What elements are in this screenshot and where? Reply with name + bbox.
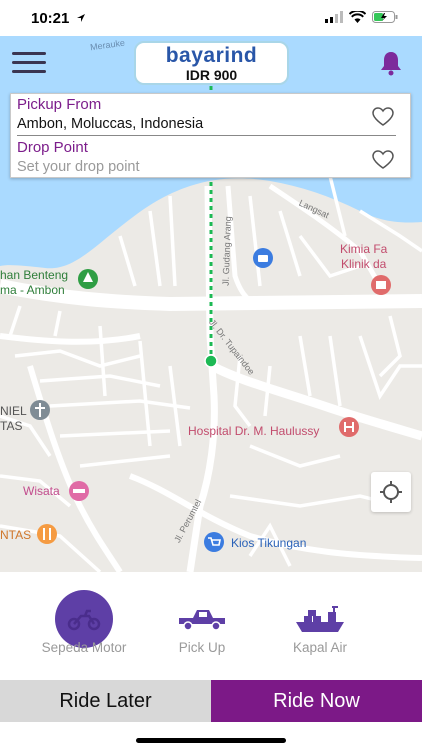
place-label-kios: Kios Tikungan bbox=[231, 536, 307, 550]
wifi-icon bbox=[349, 11, 366, 23]
place-label-kimia-2: Klinik da bbox=[341, 257, 387, 271]
place-label-wisata: Wisata bbox=[23, 484, 60, 498]
menu-button[interactable] bbox=[12, 52, 46, 76]
drop-title: Drop Point bbox=[17, 139, 88, 156]
vehicle-label: Kapal Air bbox=[292, 640, 348, 655]
favorite-pickup-heart-icon[interactable] bbox=[372, 107, 394, 127]
place-label-ntas: NTAS bbox=[0, 528, 32, 542]
logo-text: bayarind bbox=[165, 44, 258, 67]
signal-icon bbox=[325, 11, 343, 23]
pickup-row[interactable]: Pickup From Ambon, Moluccas, Indonesia bbox=[11, 94, 410, 136]
place-label-benteng-2: ma - Ambon bbox=[0, 283, 65, 297]
vehicle-kapal-air[interactable]: Kapal Air bbox=[265, 572, 375, 680]
drop-input[interactable]: Set your drop point bbox=[17, 159, 140, 175]
bell-icon bbox=[381, 52, 401, 76]
pharmacy-pin-icon bbox=[371, 275, 391, 295]
drop-row[interactable]: Drop Point Set your drop point bbox=[11, 137, 410, 179]
balance-text: IDR 900 bbox=[185, 67, 238, 83]
ride-later-button[interactable]: Ride Later bbox=[0, 680, 211, 722]
park-pin-icon bbox=[78, 269, 98, 289]
restaurant-pin-icon bbox=[37, 524, 57, 544]
vehicle-label: Sepeda Motor bbox=[41, 640, 127, 655]
crosshair-icon bbox=[380, 481, 402, 503]
notification-button[interactable] bbox=[378, 50, 404, 76]
favorite-drop-heart-icon[interactable] bbox=[372, 150, 394, 170]
my-location-button[interactable] bbox=[371, 472, 411, 512]
hamburger-icon bbox=[12, 52, 46, 55]
shopping-pin-icon bbox=[253, 248, 273, 268]
battery-icon bbox=[372, 11, 398, 23]
place-label-benteng-1: han Benteng bbox=[0, 268, 69, 282]
vehicle-pick-up[interactable]: Pick Up bbox=[147, 572, 257, 680]
vehicle-sepeda-motor[interactable]: Sepeda Motor bbox=[29, 572, 139, 680]
ride-now-button[interactable]: Ride Now bbox=[211, 680, 422, 722]
place-label-niel-2: TAS bbox=[0, 419, 23, 433]
location-arrow-icon bbox=[77, 14, 85, 22]
home-indicator bbox=[136, 738, 286, 743]
brand-logo: bayarind IDR 900 bbox=[134, 41, 289, 85]
pickup-value[interactable]: Ambon, Moluccas, Indonesia bbox=[17, 116, 203, 132]
cart-pin-icon bbox=[204, 532, 224, 552]
status-bar: 10:21 bbox=[0, 0, 422, 36]
pickup-title: Pickup From bbox=[17, 96, 102, 113]
motorbike-icon bbox=[67, 609, 101, 631]
vehicle-label: Pick Up bbox=[178, 640, 226, 655]
place-label-hospital: Hospital Dr. M. Haulussy bbox=[188, 424, 320, 438]
hospital-pin-icon bbox=[339, 417, 359, 437]
status-time: 10:21 bbox=[31, 10, 70, 27]
route-divider bbox=[17, 135, 396, 136]
lodging-pin-icon bbox=[69, 481, 89, 501]
vehicle-selector: Sepeda Motor Pick Up Kapal Air bbox=[0, 572, 422, 680]
place-label-niel-1: NIEL bbox=[0, 404, 27, 418]
pickup-truck-icon bbox=[179, 610, 225, 631]
ship-icon bbox=[296, 606, 344, 632]
route-card: Pickup From Ambon, Moluccas, Indonesia D… bbox=[10, 93, 411, 178]
place-label-kimia-1: Kimia Fa bbox=[340, 242, 388, 256]
church-pin-icon bbox=[30, 400, 50, 420]
